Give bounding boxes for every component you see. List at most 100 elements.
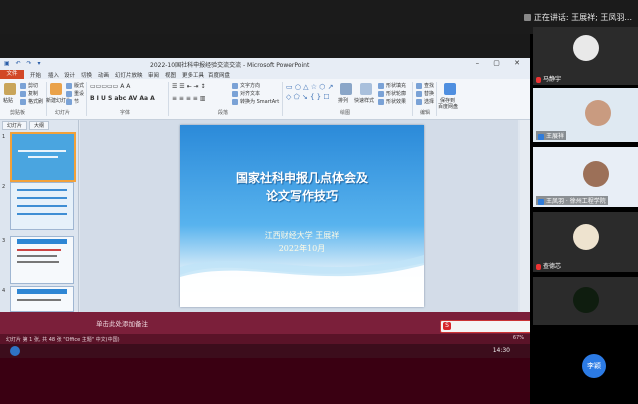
speaker-icon bbox=[523, 14, 531, 21]
group-slides-label: 幻灯片 bbox=[55, 110, 71, 116]
clock: 14:30 bbox=[492, 347, 510, 354]
tab-view[interactable]: 视图 bbox=[165, 71, 176, 79]
pane-tab-outline[interactable]: 大纲 bbox=[29, 121, 50, 130]
ribbon-separator bbox=[86, 82, 87, 116]
pane-tabs: 幻灯片 大纲 bbox=[2, 121, 51, 130]
shapes-gallery-row2[interactable]: ◇ ⬠ ↘ { } ☐ bbox=[286, 93, 330, 101]
save-cloud-button-line2[interactable]: 百度网盘 bbox=[438, 103, 458, 110]
vertical-scrollbar[interactable] bbox=[520, 120, 530, 312]
avatar bbox=[573, 287, 599, 313]
current-slide[interactable]: 国家社科申报几点体会及 论文写作技巧 江西财经大学 王展祥 2022年10月 bbox=[180, 125, 424, 307]
select-icon bbox=[416, 98, 422, 105]
smartart-button[interactable]: 转换为 SmartArt bbox=[232, 98, 279, 105]
participant-tile[interactable]: 王展祥 bbox=[533, 88, 638, 142]
slide-title[interactable]: 国家社科申报几点体会及 论文写作技巧 bbox=[180, 169, 424, 205]
avatar bbox=[583, 161, 609, 187]
text-direction-button[interactable]: 文字方向 bbox=[232, 82, 260, 89]
scissors-icon bbox=[20, 82, 26, 89]
floating-avatar[interactable]: 李颖 bbox=[582, 354, 606, 378]
quick-styles-button[interactable]: 快速样式 bbox=[354, 97, 374, 104]
tab-slideshow[interactable]: 幻灯片放映 bbox=[115, 71, 143, 79]
section-button[interactable]: 节 bbox=[66, 98, 79, 105]
tab-design[interactable]: 设计 bbox=[64, 71, 75, 79]
reset-button[interactable]: 重设 bbox=[66, 90, 84, 97]
slide-subtitle[interactable]: 江西财经大学 王展祥 2022年10月 bbox=[180, 229, 424, 255]
list-buttons[interactable]: ☰ ☰ ⇤ ⇥ ↕ bbox=[172, 83, 205, 90]
slides-pane: 幻灯片 大纲 1 2 3 4 bbox=[0, 120, 79, 312]
group-clipboard-label: 剪贴板 bbox=[10, 110, 26, 116]
ime-toolbar[interactable]: S bbox=[440, 320, 534, 333]
tab-more-tools[interactable]: 更多工具 bbox=[182, 71, 204, 79]
tab-home[interactable]: 开始 bbox=[30, 71, 41, 79]
thumbnail-number: 1 bbox=[2, 134, 6, 140]
thumbnail-line bbox=[17, 205, 67, 207]
status-left: 幻灯片 第 1 张, 共 48 张 "Office 主题" 中文(中国) bbox=[6, 337, 120, 343]
speaking-indicator: 正在讲话: 王展祥; 王凤羽... bbox=[523, 12, 632, 23]
thumbnail-number: 3 bbox=[2, 238, 6, 244]
replace-button[interactable]: 替换 bbox=[416, 90, 434, 97]
zoom-level[interactable]: 67% bbox=[513, 335, 524, 341]
shapes-gallery[interactable]: ▭ ○ △ ☆ ⬡ ↗ bbox=[286, 83, 333, 91]
thumbnail-line bbox=[17, 289, 67, 294]
tab-transitions[interactable]: 切换 bbox=[81, 71, 92, 79]
quick-styles-icon bbox=[360, 83, 372, 95]
format-painter-button[interactable]: 格式刷 bbox=[20, 98, 43, 105]
align-text-button[interactable]: 对齐文本 bbox=[232, 90, 260, 97]
align-buttons[interactable]: ≡ ≡ ≡ ≡ ▥ bbox=[172, 95, 205, 102]
quick-access-toolbar[interactable]: ▣ ↶ ↷ ▾ bbox=[4, 60, 42, 67]
start-icon[interactable] bbox=[10, 346, 20, 356]
thumbnail-line bbox=[18, 150, 66, 152]
thumbnail-line bbox=[17, 189, 67, 191]
thumbnail-line bbox=[17, 213, 67, 215]
tab-animations[interactable]: 动画 bbox=[98, 71, 109, 79]
slide-thumbnail-2[interactable] bbox=[10, 182, 74, 230]
paste-button[interactable]: 粘贴 bbox=[3, 97, 13, 104]
mic-muted-icon bbox=[536, 76, 541, 83]
tab-file[interactable]: 文件 bbox=[0, 70, 24, 79]
ribbon-separator bbox=[436, 82, 437, 116]
select-button[interactable]: 选择 bbox=[416, 98, 434, 105]
slide-thumbnail-4[interactable] bbox=[10, 286, 74, 312]
slide-thumbnail-3[interactable] bbox=[10, 236, 74, 284]
taskbar: 14:30 bbox=[0, 344, 530, 358]
tab-review[interactable]: 审阅 bbox=[148, 71, 159, 79]
participant-tile[interactable]: 马静宇 bbox=[533, 27, 638, 85]
arrange-button[interactable]: 排列 bbox=[338, 97, 348, 104]
layout-button[interactable]: 版式 bbox=[66, 82, 84, 89]
slide-title-line1: 国家社科申报几点体会及 bbox=[235, 171, 368, 185]
shape-effects-button[interactable]: 形状效果 bbox=[378, 98, 406, 105]
avatar bbox=[573, 35, 599, 61]
paste-icon bbox=[4, 83, 16, 95]
find-button[interactable]: 查找 bbox=[416, 82, 434, 89]
copy-icon bbox=[20, 90, 26, 97]
copy-button[interactable]: 复制 bbox=[20, 90, 38, 97]
avatar bbox=[573, 224, 599, 250]
window-controls[interactable]: – ▢ ✕ bbox=[476, 59, 526, 67]
participant-name: 王凤羽 · 徐州工程学院 bbox=[536, 196, 608, 205]
group-paragraph-label: 段落 bbox=[218, 110, 229, 116]
avatar bbox=[585, 100, 611, 126]
host-badge-icon bbox=[538, 133, 544, 140]
slide-author: 江西财经大学 王展祥 bbox=[264, 231, 340, 240]
font-style-buttons[interactable]: B I U S abc AV Aa A bbox=[90, 95, 155, 102]
cut-button[interactable]: 剪切 bbox=[20, 82, 38, 89]
shape-fill-button[interactable]: 形状填充 bbox=[378, 82, 406, 89]
reset-icon bbox=[66, 90, 72, 97]
participant-name: 查德芯 bbox=[536, 261, 561, 270]
notes-placeholder: 单击此处添加备注 bbox=[96, 320, 148, 328]
align-text-icon bbox=[232, 90, 238, 97]
pane-tab-slides[interactable]: 幻灯片 bbox=[2, 121, 28, 130]
tab-insert[interactable]: 插入 bbox=[48, 71, 59, 79]
participant-tile[interactable]: 王凤羽 · 徐州工程学院 bbox=[533, 147, 638, 207]
thumbnail-line bbox=[17, 299, 61, 301]
participant-tile[interactable]: 查德芯 bbox=[533, 212, 638, 272]
shape-outline-button[interactable]: 形状轮廓 bbox=[378, 90, 406, 97]
font-controls[interactable]: ▭▭▭▭▭ A A bbox=[90, 83, 130, 90]
participant-tile[interactable] bbox=[533, 277, 638, 325]
tab-baidu[interactable]: 百度网盘 bbox=[208, 71, 230, 79]
host-badge-icon bbox=[538, 198, 544, 205]
slide-thumbnail-1[interactable] bbox=[10, 132, 76, 182]
ribbon-separator bbox=[412, 82, 413, 116]
layout-icon bbox=[66, 82, 72, 89]
group-drawing-label: 绘图 bbox=[340, 110, 351, 116]
